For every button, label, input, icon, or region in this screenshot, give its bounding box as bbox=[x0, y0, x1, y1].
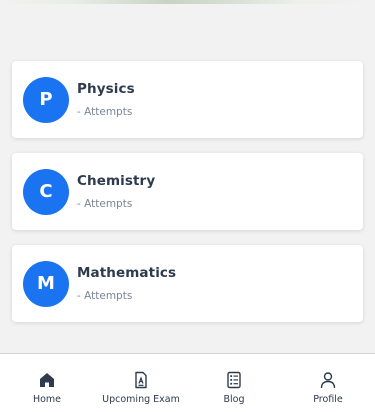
blog-icon bbox=[227, 371, 241, 389]
attempts-count: - Attempts bbox=[77, 290, 133, 302]
subject-list: P Physics - Attempts C Chemistry - Attem… bbox=[12, 61, 363, 337]
nav-item-home[interactable]: Home bbox=[22, 354, 72, 412]
nav-label: Home bbox=[32, 394, 62, 405]
profile-icon bbox=[320, 372, 336, 389]
subject-name: Chemistry bbox=[77, 173, 156, 189]
subject-info: Chemistry - Attempts bbox=[77, 173, 155, 210]
bottom-navigation: Home Upcoming Exam Blog Profile bbox=[0, 353, 375, 412]
exam-icon bbox=[135, 371, 147, 389]
nav-item-blog[interactable]: Blog bbox=[212, 354, 256, 412]
subject-card-physics[interactable]: P Physics - Attempts bbox=[12, 61, 363, 138]
nav-item-profile[interactable]: Profile bbox=[303, 354, 353, 412]
subject-info: Mathematics - Attempts bbox=[77, 265, 176, 302]
attempts-count: - Attempts bbox=[77, 106, 133, 118]
subject-name: Mathematics bbox=[77, 265, 177, 281]
nav-item-upcoming-exam[interactable]: Upcoming Exam bbox=[95, 354, 187, 412]
avatar: C bbox=[23, 168, 69, 215]
attempts-count: - Attempts bbox=[77, 198, 133, 210]
nav-label: Blog bbox=[223, 394, 245, 405]
header-image-strip bbox=[0, 0, 375, 4]
nav-label: Profile bbox=[313, 394, 343, 405]
subject-card-chemistry[interactable]: C Chemistry - Attempts bbox=[12, 153, 363, 230]
home-icon bbox=[40, 373, 54, 387]
subject-card-mathematics[interactable]: M Mathematics - Attempts bbox=[12, 245, 363, 322]
avatar: M bbox=[23, 260, 69, 307]
subject-name: Physics bbox=[77, 81, 135, 97]
nav-label: Upcoming Exam bbox=[102, 394, 180, 405]
avatar: P bbox=[23, 76, 69, 123]
subject-info: Physics - Attempts bbox=[77, 81, 135, 118]
